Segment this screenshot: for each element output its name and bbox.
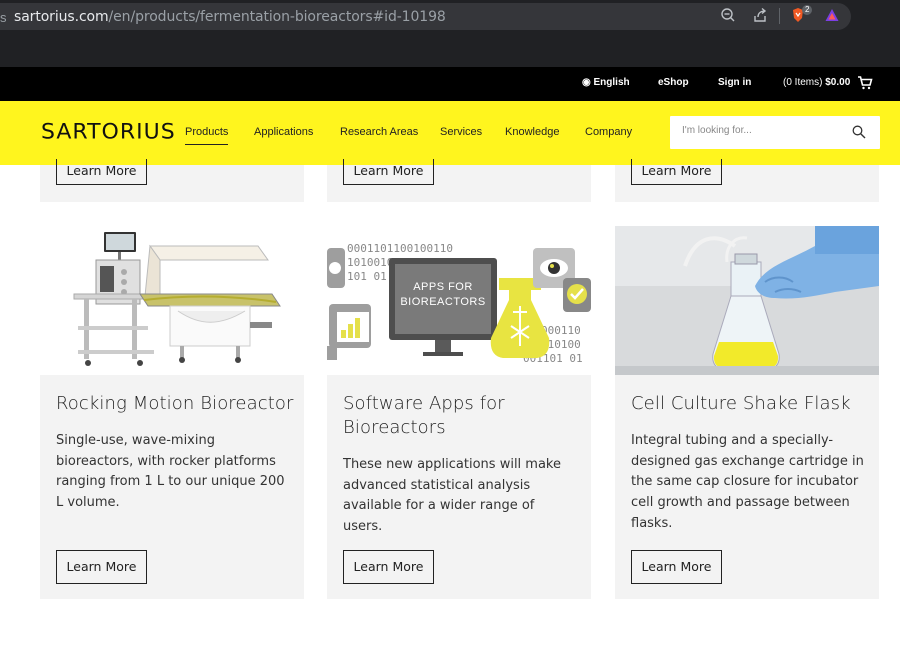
url-prefix: s [0,10,7,25]
card-title: Rocking Motion Bioreactor [56,393,294,414]
binary-text: 0001101100100110 [347,242,453,255]
learn-more-button[interactable]: Learn More [631,550,722,584]
product-card: 0001101100100110 10100100 101 01 000110 … [327,226,591,599]
product-card: Rocking Motion Bioreactor Single-use, wa… [40,226,304,599]
url-text[interactable]: sartorius.com/en/products/fermentation-b… [14,9,446,25]
search-icon[interactable] [852,125,866,139]
nav-knowledge[interactable]: Knowledge [505,126,559,138]
cart-items: (0 Items) [783,77,823,88]
nav-products[interactable]: Products [185,126,229,145]
card-partial: Learn More [615,159,879,202]
eshop-link[interactable]: eShop [658,77,689,88]
card-title: Software Apps for Bioreactors [343,393,505,438]
card-partial: Learn More [327,159,591,202]
learn-more-button[interactable]: Learn More [343,550,434,584]
card-description: These new applications will make advance… [343,457,561,535]
language-selector[interactable]: ◉ English [582,77,630,88]
svg-text:BIOREACTORS: BIOREACTORS [400,296,485,308]
nav-services[interactable]: Services [440,126,482,138]
url-domain: sartorius.com [14,9,109,25]
cart-total: $0.00 [825,77,851,88]
svg-text:APPS FOR: APPS FOR [413,281,473,293]
utility-bar: ◉ English eShop Sign in (0 Items) $0.00 [0,67,900,101]
cart-link[interactable]: (0 Items) $0.00 [783,77,850,88]
learn-more-button[interactable]: Learn More [56,159,147,185]
browser-toolbar: s sartorius.com/en/products/fermentation… [0,0,900,67]
card-description: Integral tubing and a specially-designed… [631,433,864,531]
language-label: English [593,77,630,88]
cart-icon[interactable] [857,76,873,95]
learn-more-button[interactable]: Learn More [631,159,722,185]
learn-more-button[interactable]: Learn More [343,159,434,185]
software-apps-image[interactable]: 0001101100100110 10100100 101 01 000110 … [327,226,591,375]
search-input[interactable] [682,125,842,136]
shake-flask-image[interactable] [615,226,879,375]
card-description: Single-use, wave-mixing bioreactors, wit… [56,433,285,511]
sign-in-link[interactable]: Sign in [718,77,751,88]
learn-more-button[interactable]: Learn More [56,550,147,584]
url-path: /en/products/fermentation-bioreactors#id… [108,9,446,25]
globe-icon: ◉ [582,77,591,88]
main-header: SARTORIUS Products Applications Research… [0,101,900,165]
card-title: Cell Culture Shake Flask [631,393,851,414]
rocking-bioreactor-image[interactable] [40,226,304,375]
brave-rewards-icon[interactable] [824,7,840,23]
binary-text: 101 01 [347,270,387,283]
nav-applications[interactable]: Applications [254,126,313,138]
toolbar-divider [779,8,780,24]
nav-company[interactable]: Company [585,126,632,138]
search-box [670,116,880,149]
zoom-out-icon[interactable] [720,7,736,23]
card-partial: Learn More [40,159,304,202]
product-card: Cell Culture Shake Flask Integral tubing… [615,226,879,599]
sartorius-logo[interactable]: SARTORIUS [41,121,176,145]
nav-research-areas[interactable]: Research Areas [340,126,418,138]
share-icon[interactable] [752,7,768,23]
